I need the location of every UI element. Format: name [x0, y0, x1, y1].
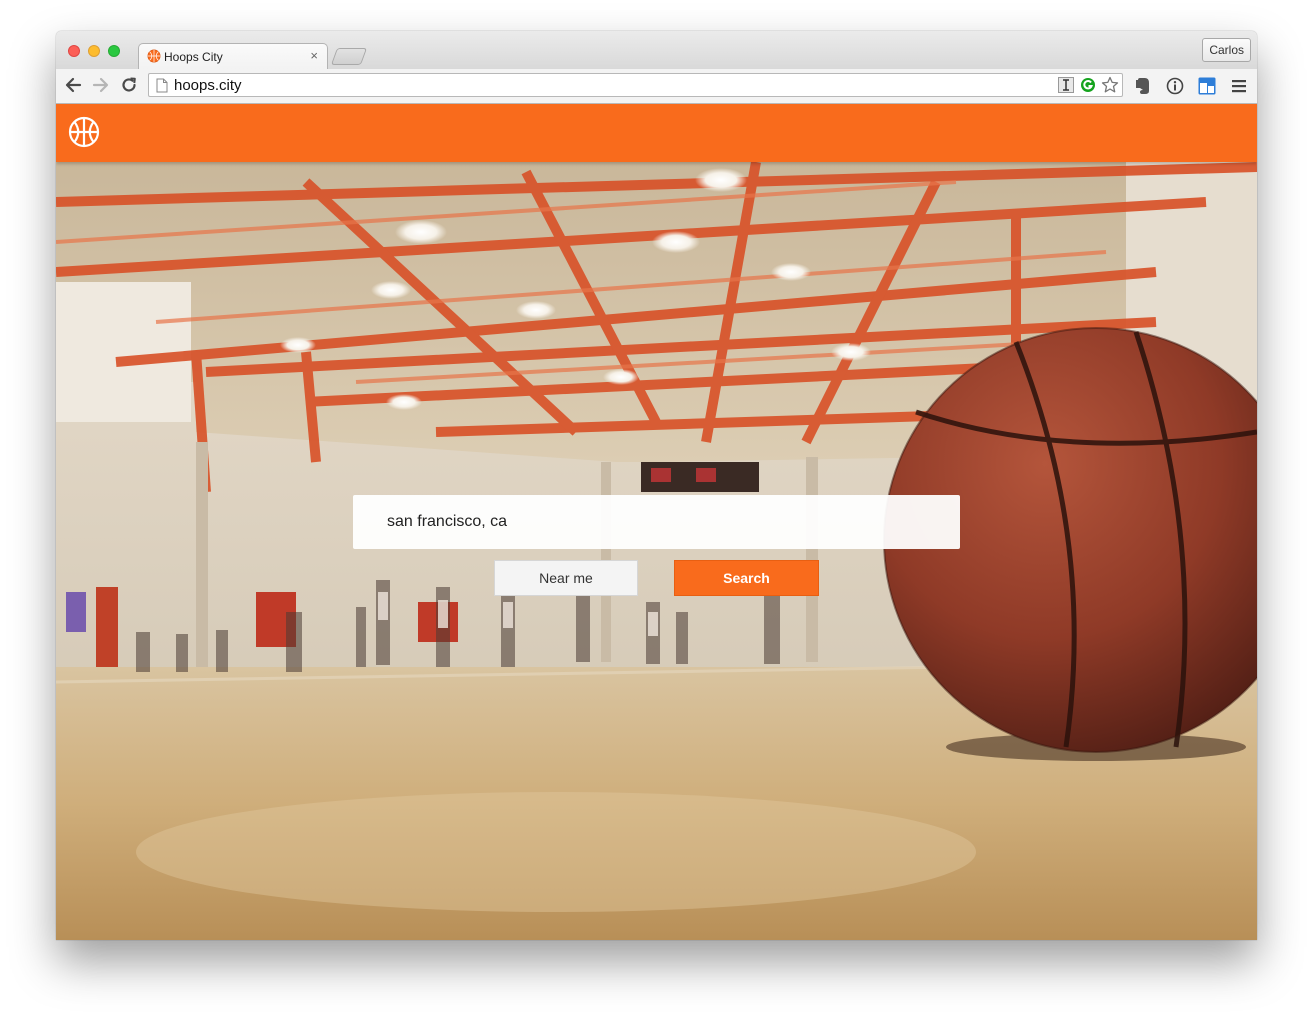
browser-tab[interactable]: Hoops City × [138, 43, 328, 71]
page-icon [156, 78, 168, 93]
browser-toolbar: hoops.city [56, 69, 1257, 104]
url-text: hoops.city [174, 77, 242, 94]
tab-title: Hoops City [164, 50, 223, 64]
minimize-window-button[interactable] [88, 45, 100, 57]
gym-background-image [56, 162, 1257, 940]
maximize-window-button[interactable] [108, 45, 120, 57]
hamburger-menu-icon[interactable] [1228, 75, 1250, 97]
instapaper-icon[interactable] [1057, 76, 1075, 94]
title-bar: Hoops City × Carlos [56, 31, 1257, 71]
evernote-icon[interactable] [1132, 75, 1154, 97]
info-icon[interactable] [1164, 75, 1186, 97]
address-bar[interactable]: hoops.city [148, 73, 1123, 97]
browser-window: Hoops City × Carlos hoops.city san franc… [56, 31, 1257, 940]
basketball-favicon-icon [147, 49, 161, 63]
window-extension-icon[interactable] [1196, 75, 1218, 97]
basketball-icon[interactable] [68, 116, 100, 148]
new-tab-button[interactable] [330, 48, 368, 65]
close-window-button[interactable] [68, 45, 80, 57]
grammarly-icon[interactable] [1079, 76, 1097, 94]
tab-close-icon[interactable]: × [310, 48, 318, 63]
back-arrow-icon[interactable] [63, 75, 83, 95]
near-me-button[interactable]: Near me [494, 560, 638, 596]
search-button[interactable]: Search [674, 560, 819, 596]
profile-button[interactable]: Carlos [1202, 38, 1251, 62]
reload-icon[interactable] [119, 75, 139, 95]
forward-arrow-icon[interactable] [91, 75, 111, 95]
site-header [56, 104, 1257, 162]
web-page: Near me Search [56, 104, 1257, 940]
hero-section: Near me Search [56, 162, 1257, 940]
location-search-input[interactable] [353, 495, 960, 549]
star-icon[interactable] [1101, 76, 1119, 94]
